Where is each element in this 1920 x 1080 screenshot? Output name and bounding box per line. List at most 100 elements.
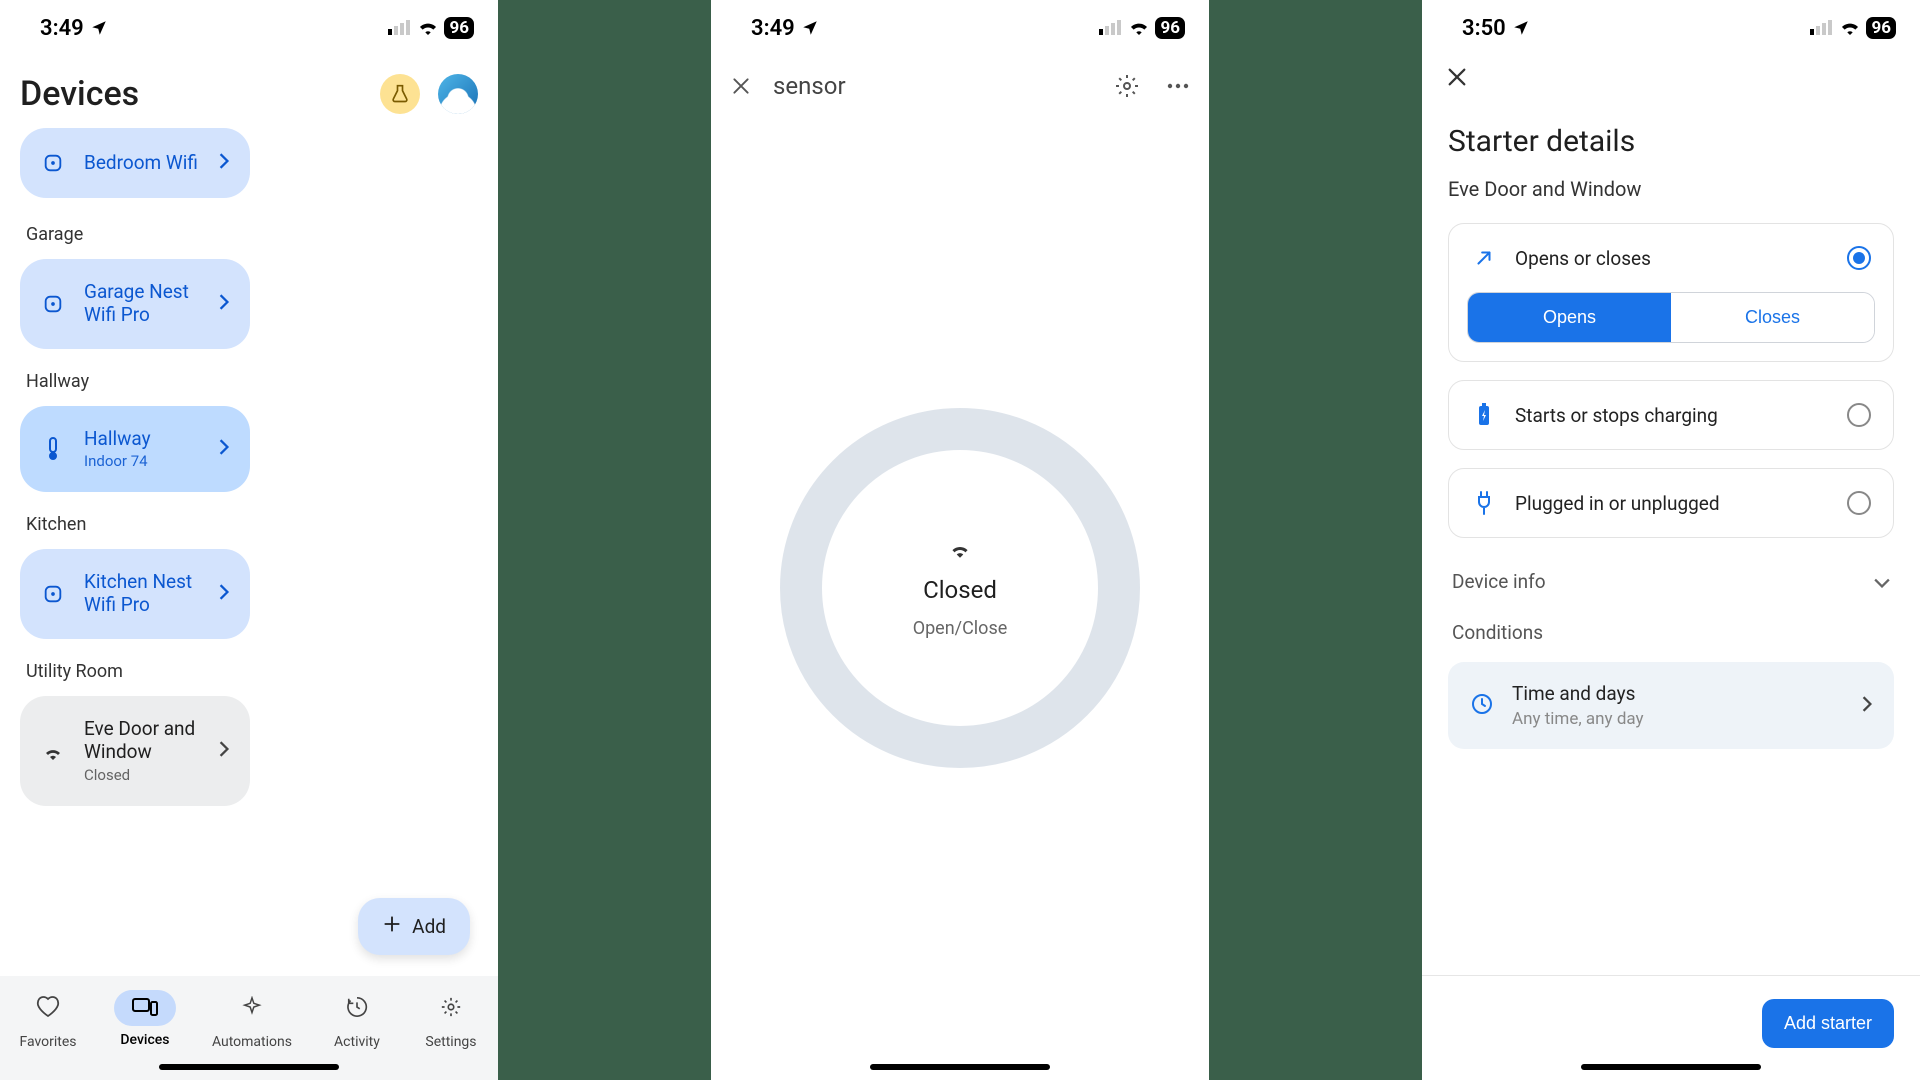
status-bar: 3:49 96 bbox=[711, 0, 1209, 56]
sparkle-icon bbox=[223, 990, 281, 1028]
option-opens-closes[interactable]: Opens or closes Opens Closes bbox=[1448, 223, 1894, 362]
cellular-icon bbox=[1810, 16, 1834, 41]
screen-sensor-detail: 3:49 96 sensor Closed Open/Close bbox=[711, 0, 1209, 1080]
option-charging[interactable]: Starts or stops charging bbox=[1448, 380, 1894, 450]
device-info-row[interactable]: Device info bbox=[1448, 556, 1894, 607]
battery-level: 96 bbox=[1155, 17, 1185, 39]
gear-icon bbox=[422, 990, 480, 1028]
add-label: Add bbox=[412, 915, 446, 938]
status-time: 3:49 bbox=[751, 16, 795, 41]
nav-activity[interactable]: Activity bbox=[328, 990, 386, 1050]
wifi-point-icon bbox=[40, 291, 66, 317]
status-time: 3:49 bbox=[40, 16, 84, 41]
chevron-right-icon bbox=[218, 584, 230, 604]
status-bar: 3:50 96 bbox=[1422, 0, 1920, 56]
wifi-icon bbox=[1128, 16, 1150, 41]
home-indicator bbox=[870, 1064, 1050, 1070]
close-button[interactable] bbox=[1422, 56, 1920, 102]
sensor-state: Closed bbox=[923, 576, 997, 604]
device-name: Garage Nest Wifi Pro bbox=[84, 281, 200, 327]
chevron-right-icon bbox=[218, 153, 230, 173]
location-icon bbox=[1512, 19, 1530, 37]
nav-automations[interactable]: Automations bbox=[212, 990, 292, 1050]
sensor-icon bbox=[947, 538, 973, 562]
page-title: Starter details bbox=[1448, 124, 1894, 159]
chevron-right-icon bbox=[218, 741, 230, 761]
chevron-right-icon bbox=[1862, 696, 1872, 716]
home-indicator bbox=[159, 1064, 339, 1070]
open-close-icon bbox=[1471, 247, 1497, 269]
thermostat-icon bbox=[40, 436, 66, 462]
option-plugged[interactable]: Plugged in or unplugged bbox=[1448, 468, 1894, 538]
nav-favorites[interactable]: Favorites bbox=[18, 990, 78, 1050]
device-card-eve-sensor[interactable]: Eve Door and Window Closed bbox=[20, 696, 250, 806]
experiments-button[interactable] bbox=[380, 74, 420, 114]
clock-icon bbox=[1470, 692, 1494, 720]
add-device-button[interactable]: Add bbox=[358, 898, 470, 955]
sensor-ring: Closed Open/Close bbox=[780, 408, 1140, 768]
section-garage: Garage bbox=[26, 224, 478, 245]
wifi-point-icon bbox=[40, 150, 66, 176]
location-icon bbox=[90, 19, 108, 37]
wifi-point-icon bbox=[40, 581, 66, 607]
radio-unselected[interactable] bbox=[1847, 403, 1871, 427]
device-list: Bedroom Wifi Garage Garage Nest Wifi Pro… bbox=[0, 128, 498, 976]
segment-closes[interactable]: Closes bbox=[1671, 293, 1874, 342]
cellular-icon bbox=[1099, 16, 1123, 41]
screen-starter-details: 3:50 96 Starter details Eve Door and Win… bbox=[1422, 0, 1920, 1080]
chevron-down-icon bbox=[1874, 570, 1890, 593]
add-starter-button[interactable]: Add starter bbox=[1762, 999, 1894, 1048]
device-card-hallway[interactable]: Hallway Indoor 74 bbox=[20, 406, 250, 493]
radio-selected[interactable] bbox=[1847, 246, 1871, 270]
option-label: Plugged in or unplugged bbox=[1515, 492, 1829, 515]
status-time: 3:50 bbox=[1462, 16, 1506, 41]
heart-icon bbox=[18, 990, 78, 1028]
wifi-icon bbox=[1839, 16, 1861, 41]
device-name: Eve Door and Window bbox=[1448, 177, 1894, 201]
history-icon bbox=[328, 990, 386, 1028]
condition-title: Time and days bbox=[1512, 682, 1644, 705]
option-label: Starts or stops charging bbox=[1515, 404, 1829, 427]
radio-unselected[interactable] bbox=[1847, 491, 1871, 515]
location-icon bbox=[801, 19, 819, 37]
status-bar: 3:49 96 bbox=[0, 0, 498, 56]
sensor-icon bbox=[40, 738, 66, 764]
devices-icon bbox=[114, 990, 176, 1026]
plus-icon bbox=[382, 914, 402, 939]
chevron-right-icon bbox=[218, 439, 230, 459]
segment-opens-closes: Opens Closes bbox=[1467, 292, 1875, 343]
condition-sub: Any time, any day bbox=[1512, 709, 1644, 729]
close-button[interactable] bbox=[731, 76, 751, 96]
nav-settings[interactable]: Settings bbox=[422, 990, 480, 1050]
wifi-icon bbox=[417, 16, 439, 41]
avatar-button[interactable] bbox=[438, 74, 478, 114]
plug-icon bbox=[1471, 491, 1497, 515]
settings-button[interactable] bbox=[1115, 74, 1139, 98]
device-card-garage[interactable]: Garage Nest Wifi Pro bbox=[20, 259, 250, 349]
device-card-kitchen[interactable]: Kitchen Nest Wifi Pro bbox=[20, 549, 250, 639]
footer-divider bbox=[1422, 975, 1920, 976]
home-indicator bbox=[1581, 1064, 1761, 1070]
page-title: Devices bbox=[20, 74, 139, 114]
device-sub: Indoor 74 bbox=[84, 452, 200, 470]
screen-devices: 3:49 96 Devices Bedroom bbox=[0, 0, 498, 1080]
section-hallway: Hallway bbox=[26, 371, 478, 392]
battery-level: 96 bbox=[444, 17, 474, 39]
sensor-title: sensor bbox=[773, 72, 846, 100]
section-kitchen: Kitchen bbox=[26, 514, 478, 535]
condition-time-days[interactable]: Time and days Any time, any day bbox=[1448, 662, 1894, 749]
device-card-bedroom-wifi[interactable]: Bedroom Wifi bbox=[20, 128, 250, 198]
chevron-right-icon bbox=[218, 294, 230, 314]
more-button[interactable] bbox=[1167, 83, 1189, 89]
device-name: Bedroom Wifi bbox=[84, 152, 200, 175]
section-utility: Utility Room bbox=[26, 661, 478, 682]
segment-opens[interactable]: Opens bbox=[1468, 293, 1671, 342]
sensor-type: Open/Close bbox=[913, 618, 1008, 639]
device-name: Kitchen Nest Wifi Pro bbox=[84, 571, 200, 617]
conditions-heading: Conditions bbox=[1448, 607, 1894, 662]
cellular-icon bbox=[388, 16, 412, 41]
device-name: Hallway bbox=[84, 428, 200, 451]
nav-devices[interactable]: Devices bbox=[114, 990, 176, 1048]
device-sub: Closed bbox=[84, 766, 200, 784]
battery-level: 96 bbox=[1866, 17, 1896, 39]
